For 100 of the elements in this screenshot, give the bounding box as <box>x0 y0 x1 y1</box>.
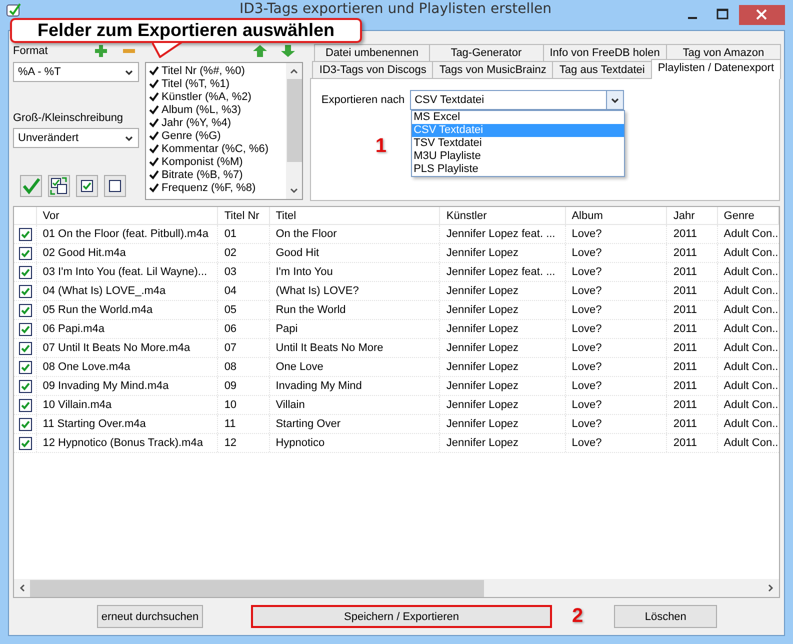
app-icon[interactable] <box>6 2 22 18</box>
table-cell: Starting Over <box>270 415 440 433</box>
table-cell-text: Adult Con... <box>722 303 779 318</box>
table-cell: 2011 <box>667 339 718 357</box>
column-header[interactable]: Genre <box>718 207 779 224</box>
table-cell: Jennifer Lopez <box>440 434 566 452</box>
case-dropdown[interactable]: Unverändert <box>13 128 139 148</box>
column-header[interactable]: Titel Nr <box>218 207 270 224</box>
field-item[interactable]: Komponist (%M) <box>162 156 243 168</box>
table-cell-text: Adult Con... <box>722 246 779 261</box>
checkbox-checked[interactable] <box>19 398 32 412</box>
column-header[interactable]: Jahr <box>667 207 718 224</box>
dropdown-option[interactable]: M3U Playliste <box>412 150 624 163</box>
checkbox-checked[interactable] <box>19 418 32 430</box>
format-dropdown[interactable]: %A - %T <box>13 62 139 82</box>
invert-selection-icon[interactable] <box>48 175 70 197</box>
button[interactable]: Löschen <box>614 605 718 628</box>
tab[interactable]: ID3-Tags von Discogs <box>312 61 434 78</box>
table-cell: Love? <box>566 225 668 243</box>
checkmark-icon[interactable] <box>148 64 160 76</box>
field-item[interactable]: Bitrate (%B, %7) <box>162 168 243 180</box>
plus-icon[interactable] <box>94 45 107 57</box>
checkmark-icon[interactable] <box>148 104 160 116</box>
close-icon[interactable] <box>739 5 785 25</box>
scroll-right-icon[interactable] <box>766 583 776 593</box>
table-cell: Love? <box>566 263 668 281</box>
checkmark-icon[interactable] <box>20 175 42 197</box>
button[interactable]: Speichern / Exportieren <box>251 605 552 628</box>
checkbox-checked[interactable] <box>19 284 32 298</box>
field-item[interactable]: Titel (%T, %1) <box>162 78 230 90</box>
field-item[interactable]: Titel Nr (%#, %0) <box>162 64 245 76</box>
table-cell: Love? <box>566 358 668 376</box>
table-cell-text: Adult Con... <box>722 341 779 356</box>
checkbox-checked[interactable] <box>19 266 32 278</box>
table-cell: Love? <box>566 377 668 395</box>
table-cell: 07 Until It Beats No More.m4a <box>36 339 218 357</box>
table-cell: 11 Starting Over.m4a <box>36 415 218 433</box>
column-header[interactable]: Vor <box>36 207 218 224</box>
window-title: ID3-Tags exportieren und Playlisten erstellen <box>238 2 553 17</box>
checkbox-checked[interactable] <box>19 228 32 240</box>
table-cell: 2011 <box>667 225 718 243</box>
table-cell: Good Hit <box>270 244 440 262</box>
table-cell: Jennifer Lopez <box>440 358 566 376</box>
table-cell: Love? <box>566 244 668 262</box>
checkbox-checked[interactable] <box>19 322 32 336</box>
column-header[interactable]: Künstler <box>440 207 566 224</box>
checked-box-icon[interactable] <box>76 175 98 197</box>
table-cell: Until It Beats No More <box>270 339 440 357</box>
checkmark-icon[interactable] <box>148 90 160 102</box>
dropdown-option[interactable]: MS Excel <box>412 111 624 124</box>
checkbox-checked[interactable] <box>19 360 32 374</box>
table-cell: Hypnotico <box>270 434 440 452</box>
empty-box-icon[interactable] <box>104 175 126 197</box>
scrollbar-thumb[interactable] <box>286 79 302 162</box>
table-cell: Jennifer Lopez feat. ... <box>440 225 566 243</box>
down-arrow-icon[interactable] <box>281 45 296 57</box>
checkbox-checked[interactable] <box>19 304 32 316</box>
field-list[interactable]: Titel Nr (%#, %0) Titel (%T, %1) Künstler (%A, %2) Album (%L, %3) Jahr (%Y, %4) Genre (%G) Kommentar (%C, %6) Komponist (%M) Bitrate (%B, %7) Frequenz (%F, %8) <box>144 62 304 200</box>
up-arrow-icon[interactable] <box>253 45 268 57</box>
button[interactable]: erneut durchsuchen <box>97 605 203 628</box>
checkmark-icon[interactable] <box>148 130 160 142</box>
field-item[interactable]: Frequenz (%F, %8) <box>162 182 256 194</box>
checkmark-icon[interactable] <box>148 168 160 180</box>
table-cell: 01 On the Floor (feat. Pitbull).m4a <box>36 225 218 243</box>
checkbox-checked[interactable] <box>19 380 32 392</box>
checkmark-icon[interactable] <box>148 142 160 154</box>
tab[interactable]: Playlisten / Datenexport <box>650 59 781 79</box>
table-cell: Jennifer Lopez <box>440 377 566 395</box>
tab[interactable]: Tags von MusicBrainz <box>432 61 554 78</box>
checkbox-checked[interactable] <box>19 342 32 354</box>
field-item[interactable]: Kommentar (%C, %6) <box>162 142 269 154</box>
table-cell: 05 <box>218 301 270 319</box>
table-cell: 12 <box>218 434 270 452</box>
callout-tail[interactable] <box>152 42 182 58</box>
checkmark-icon[interactable] <box>148 78 160 90</box>
table-cell: 09 <box>218 377 270 395</box>
scroll-up-icon[interactable] <box>289 66 300 76</box>
table-cell: 12 Hypnotico (Bonus Track).m4a <box>36 434 218 452</box>
tab[interactable]: Tag-Generator <box>428 44 544 61</box>
checkmark-icon[interactable] <box>148 182 160 194</box>
table-cell: Jennifer Lopez <box>440 415 566 433</box>
column-header[interactable]: Titel <box>270 207 440 224</box>
checkbox-checked[interactable] <box>19 436 32 450</box>
field-item[interactable]: Genre (%G) <box>162 130 221 142</box>
tab[interactable]: Tag aus Textdatei <box>552 61 652 78</box>
field-item[interactable]: Künstler (%A, %2) <box>162 90 252 102</box>
column-header[interactable]: Album <box>566 207 668 224</box>
field-item[interactable]: Jahr (%Y, %4) <box>162 116 232 128</box>
dropdown-option[interactable]: TSV Textdatei <box>412 137 624 150</box>
tab[interactable]: Datei umbenennen <box>314 44 430 61</box>
field-item[interactable]: Album (%L, %3) <box>162 104 242 116</box>
dropdown-option[interactable]: PLS Playliste <box>412 163 624 176</box>
scroll-down-icon[interactable] <box>289 186 300 196</box>
checkmark-icon[interactable] <box>148 116 160 128</box>
scroll-left-icon[interactable] <box>17 583 27 593</box>
table-cell: Love? <box>566 320 668 338</box>
checkbox-checked[interactable] <box>19 246 32 260</box>
table-cell: 02 <box>218 244 270 262</box>
checkmark-icon[interactable] <box>148 156 160 168</box>
scrollbar-thumb[interactable] <box>30 580 484 596</box>
